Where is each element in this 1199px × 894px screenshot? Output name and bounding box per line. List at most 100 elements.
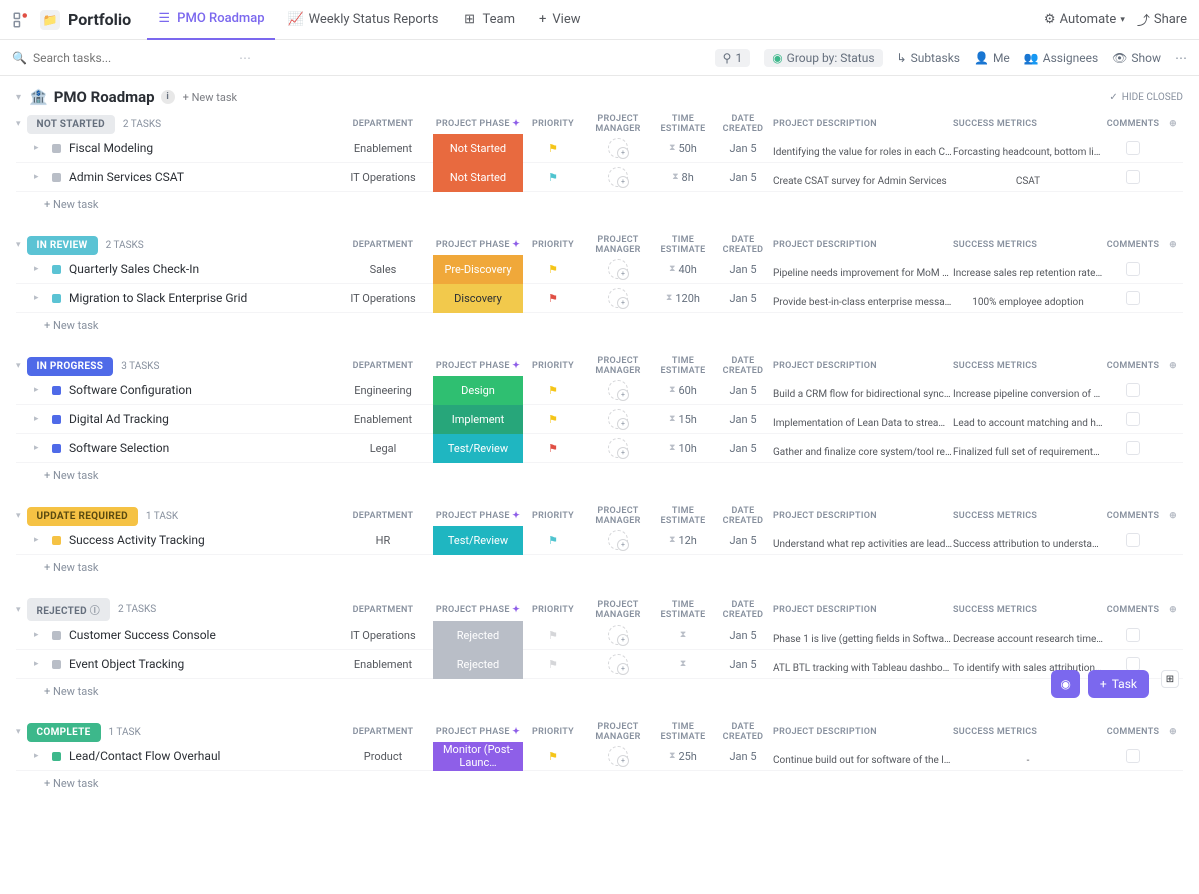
cell-priority[interactable]: ⚑ bbox=[523, 292, 583, 305]
chevron-right-icon[interactable]: ▸ bbox=[34, 630, 44, 640]
cell-comments[interactable] bbox=[1103, 749, 1163, 763]
avatar-placeholder-icon[interactable] bbox=[608, 167, 628, 187]
col-phase[interactable]: PROJECT PHASE ✦ bbox=[433, 727, 523, 737]
task-row[interactable]: ▸ Digital Ad Tracking Enablement Impleme… bbox=[16, 405, 1183, 434]
status-square-icon[interactable] bbox=[52, 631, 61, 640]
cell-phase[interactable]: Not Started bbox=[433, 134, 523, 163]
add-column-button[interactable]: ⊕ bbox=[1163, 605, 1183, 615]
cell-department[interactable]: Product bbox=[333, 750, 433, 763]
avatar-placeholder-icon[interactable] bbox=[608, 438, 628, 458]
avatar-placeholder-icon[interactable] bbox=[608, 746, 628, 766]
cell-department[interactable]: Legal bbox=[333, 442, 433, 455]
comment-icon[interactable] bbox=[1126, 262, 1140, 276]
chevron-right-icon[interactable]: ▸ bbox=[34, 264, 44, 274]
col-department[interactable]: DEPARTMENT bbox=[333, 727, 433, 737]
col-priority[interactable]: PRIORITY bbox=[523, 511, 583, 521]
hourglass-icon[interactable]: ⧗ bbox=[680, 659, 686, 669]
chevron-down-icon[interactable]: ▾ bbox=[16, 92, 21, 103]
status-square-icon[interactable] bbox=[52, 444, 61, 453]
cell-priority[interactable]: ⚑ bbox=[523, 534, 583, 547]
status-square-icon[interactable] bbox=[52, 660, 61, 669]
col-description[interactable]: PROJECT DESCRIPTION bbox=[773, 361, 953, 371]
cell-estimate[interactable]: ⧗15h bbox=[653, 413, 713, 426]
cell-priority[interactable]: ⚑ bbox=[523, 750, 583, 763]
status-square-icon[interactable] bbox=[52, 536, 61, 545]
col-priority[interactable]: PRIORITY bbox=[523, 240, 583, 250]
add-column-button[interactable]: ⊕ bbox=[1163, 361, 1183, 371]
avatar-placeholder-icon[interactable] bbox=[608, 625, 628, 645]
assignees-button[interactable]: 👥 Assignees bbox=[1024, 51, 1098, 65]
task-name[interactable]: Software Configuration bbox=[69, 383, 192, 397]
comment-icon[interactable] bbox=[1126, 170, 1140, 184]
cell-pm[interactable] bbox=[583, 167, 653, 187]
col-department[interactable]: DEPARTMENT bbox=[333, 605, 433, 615]
task-name[interactable]: Admin Services CSAT bbox=[69, 170, 184, 184]
comment-icon[interactable] bbox=[1126, 383, 1140, 397]
add-column-button[interactable]: ⊕ bbox=[1163, 511, 1183, 521]
info-icon[interactable]: i bbox=[161, 90, 175, 104]
cell-estimate[interactable]: ⧗ bbox=[653, 630, 713, 640]
status-badge[interactable]: IN PROGRESS bbox=[27, 357, 114, 376]
col-date[interactable]: DATE CREATED bbox=[713, 600, 773, 620]
col-description[interactable]: PROJECT DESCRIPTION bbox=[773, 511, 953, 521]
flag-icon[interactable]: ⚑ bbox=[548, 534, 558, 547]
col-estimate[interactable]: TIME ESTIMATE bbox=[653, 506, 713, 526]
avatar-placeholder-icon[interactable] bbox=[608, 654, 628, 674]
chevron-down-icon[interactable]: ▾ bbox=[16, 727, 21, 737]
avatar-placeholder-icon[interactable] bbox=[608, 409, 628, 429]
automate-button[interactable]: ⚙ Automate ▾ bbox=[1044, 12, 1125, 27]
cell-pm[interactable] bbox=[583, 625, 653, 645]
me-button[interactable]: 👤 Me bbox=[974, 51, 1010, 65]
cell-priority[interactable]: ⚑ bbox=[523, 384, 583, 397]
col-date[interactable]: DATE CREATED bbox=[713, 356, 773, 376]
col-metrics[interactable]: SUCCESS METRICS bbox=[953, 361, 1103, 371]
col-department[interactable]: DEPARTMENT bbox=[333, 361, 433, 371]
flag-icon[interactable]: ⚑ bbox=[548, 292, 558, 305]
cell-department[interactable]: Enablement bbox=[333, 658, 433, 671]
cell-pm[interactable] bbox=[583, 438, 653, 458]
task-name[interactable]: Customer Success Console bbox=[69, 628, 216, 642]
cell-comments[interactable] bbox=[1103, 170, 1163, 184]
cell-estimate[interactable]: ⧗12h bbox=[653, 534, 713, 547]
add-column-button[interactable]: ⊕ bbox=[1163, 727, 1183, 737]
col-priority[interactable]: PRIORITY bbox=[523, 605, 583, 615]
col-estimate[interactable]: TIME ESTIMATE bbox=[653, 722, 713, 742]
cell-estimate[interactable]: ⧗25h bbox=[653, 750, 713, 763]
cell-estimate[interactable]: ⧗10h bbox=[653, 442, 713, 455]
task-row[interactable]: ▸ Admin Services CSAT IT Operations Not … bbox=[16, 163, 1183, 192]
cell-department[interactable]: IT Operations bbox=[333, 629, 433, 642]
col-metrics[interactable]: SUCCESS METRICS bbox=[953, 727, 1103, 737]
add-task-row[interactable]: + New task bbox=[16, 679, 1183, 704]
chevron-right-icon[interactable]: ▸ bbox=[34, 293, 44, 303]
flag-icon[interactable]: ⚑ bbox=[548, 413, 558, 426]
task-row[interactable]: ▸ Fiscal Modeling Enablement Not Started… bbox=[16, 134, 1183, 163]
cell-phase[interactable]: Monitor (Post-Launc… bbox=[433, 742, 523, 771]
cell-estimate[interactable]: ⧗8h bbox=[653, 171, 713, 184]
cell-estimate[interactable]: ⧗ bbox=[653, 659, 713, 669]
cell-department[interactable]: Enablement bbox=[333, 142, 433, 155]
add-task-row[interactable]: + New task bbox=[16, 192, 1183, 217]
status-badge[interactable]: COMPLETE bbox=[27, 723, 101, 742]
new-task-link[interactable]: + New task bbox=[183, 91, 237, 104]
stack-icon[interactable] bbox=[12, 11, 30, 29]
cell-pm[interactable] bbox=[583, 380, 653, 400]
status-square-icon[interactable] bbox=[52, 415, 61, 424]
subtasks-button[interactable]: ↳ Subtasks bbox=[897, 51, 960, 65]
status-square-icon[interactable] bbox=[52, 752, 61, 761]
flag-icon[interactable]: ⚑ bbox=[548, 658, 558, 671]
cell-pm[interactable] bbox=[583, 746, 653, 766]
col-date[interactable]: DATE CREATED bbox=[713, 114, 773, 134]
more-icon[interactable]: ⋯ bbox=[239, 51, 251, 65]
col-metrics[interactable]: SUCCESS METRICS bbox=[953, 511, 1103, 521]
avatar-placeholder-icon[interactable] bbox=[608, 259, 628, 279]
cell-phase[interactable]: Test/Review bbox=[433, 526, 523, 555]
comment-icon[interactable] bbox=[1126, 628, 1140, 642]
tab-weekly-status[interactable]: 📈 Weekly Status Reports bbox=[279, 0, 449, 40]
task-row[interactable]: ▸ Event Object Tracking Enablement Rejec… bbox=[16, 650, 1183, 679]
col-estimate[interactable]: TIME ESTIMATE bbox=[653, 356, 713, 376]
col-comments[interactable]: COMMENTS bbox=[1103, 605, 1163, 615]
chevron-down-icon[interactable]: ▾ bbox=[16, 240, 21, 250]
flag-icon[interactable]: ⚑ bbox=[548, 263, 558, 276]
hide-closed-button[interactable]: ✓ HIDE CLOSED bbox=[1109, 92, 1183, 103]
cell-department[interactable]: IT Operations bbox=[333, 292, 433, 305]
